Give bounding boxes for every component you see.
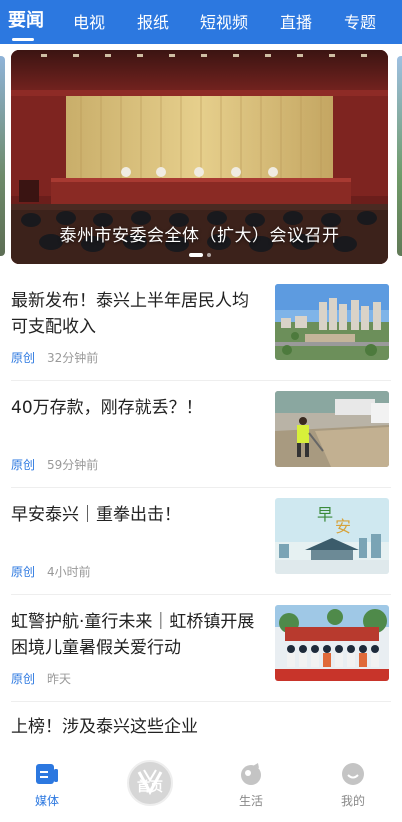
active-tab-indicator (12, 38, 34, 41)
news-source: 原创 (11, 565, 36, 579)
bottom-navigation: 媒体 首页 生活 我的 (0, 752, 402, 822)
group-photo-thumbnail (275, 605, 389, 681)
news-title: 早安泰兴｜重拳出击！ (11, 505, 181, 525)
news-source: 原创 (11, 351, 36, 365)
nav-home-label: 首页 (136, 780, 163, 795)
news-item[interactable]: 上榜！涉及泰兴这些企业 (0, 702, 402, 752)
news-item[interactable]: 早安泰兴｜重拳出击！ 原创 4小时前 早 安 (0, 488, 402, 594)
nav-mine[interactable]: 我的 (318, 752, 388, 814)
news-title: 40万存款，刚存就丢？！ (11, 398, 203, 418)
carousel-dot-active (188, 253, 203, 257)
news-title: 虹警护航·童行未来｜虹桥镇开展困境儿童暑假关爱行动 (11, 612, 255, 658)
nav-media[interactable]: 媒体 (12, 752, 82, 814)
news-title: 最新发布！泰兴上半年居民人均可支配收入 (11, 291, 249, 337)
news-item[interactable]: 虹警护航·童行未来｜虹桥镇开展困境儿童暑假关爱行动 原创 昨天 (0, 595, 402, 701)
channel-tabs: 要闻 电视 报纸 短视频 直播 专题 (0, 0, 402, 44)
news-meta: 原创 32分钟前 (11, 350, 98, 366)
next-slide-peek[interactable] (397, 56, 402, 256)
banner-carousel[interactable]: 泰州市安委会全体（扩大）会议召开 (0, 50, 402, 264)
nav-home[interactable]: 首页 (127, 760, 173, 806)
news-title: 上榜！涉及泰兴这些企业 (11, 717, 198, 737)
tab-special[interactable]: 专题 (344, 12, 376, 34)
news-source: 原创 (11, 672, 36, 686)
carousel-indicator (11, 252, 388, 258)
news-item[interactable]: 最新发布！泰兴上半年居民人均可支配收入 原创 32分钟前 (0, 274, 402, 380)
tab-short-video[interactable]: 短视频 (200, 12, 248, 34)
nav-mine-label: 我的 (340, 794, 365, 808)
poster-word-1: 早 (317, 505, 333, 524)
news-time: 4小时前 (47, 565, 91, 579)
tab-tv[interactable]: 电视 (73, 12, 105, 34)
prev-slide-peek[interactable] (0, 56, 5, 256)
city-aerial-thumbnail (275, 284, 389, 360)
news-meta: 原创 4小时前 (11, 564, 91, 580)
nav-media-label: 媒体 (34, 794, 59, 808)
news-meta: 原创 昨天 (11, 671, 71, 687)
news-time: 32分钟前 (47, 351, 99, 365)
nav-life[interactable]: 生活 (216, 752, 286, 814)
news-time: 昨天 (47, 672, 72, 686)
news-time: 59分钟前 (47, 458, 99, 472)
tab-yaowen[interactable]: 要闻 (8, 10, 44, 32)
poster-word-2: 安 (335, 517, 351, 536)
news-meta: 原创 59分钟前 (11, 457, 98, 473)
life-icon (241, 763, 261, 785)
morning-poster-thumbnail: 早 安 (275, 498, 389, 574)
carousel-dot (206, 253, 211, 257)
top-channel-bar: 要闻 电视 报纸 短视频 直播 专题 (0, 0, 402, 44)
tab-newspaper[interactable]: 报纸 (137, 12, 169, 34)
news-source: 原创 (11, 458, 36, 472)
banner-slide[interactable]: 泰州市安委会全体（扩大）会议召开 (11, 50, 388, 264)
tab-live[interactable]: 直播 (280, 12, 312, 34)
profile-icon (342, 763, 364, 785)
media-icon (36, 764, 58, 784)
street-worker-thumbnail (275, 391, 389, 467)
news-item[interactable]: 40万存款，刚存就丢？！ 原创 59分钟前 (0, 381, 402, 487)
banner-caption: 泰州市安委会全体（扩大）会议召开 (59, 226, 340, 246)
nav-life-label: 生活 (238, 794, 263, 808)
